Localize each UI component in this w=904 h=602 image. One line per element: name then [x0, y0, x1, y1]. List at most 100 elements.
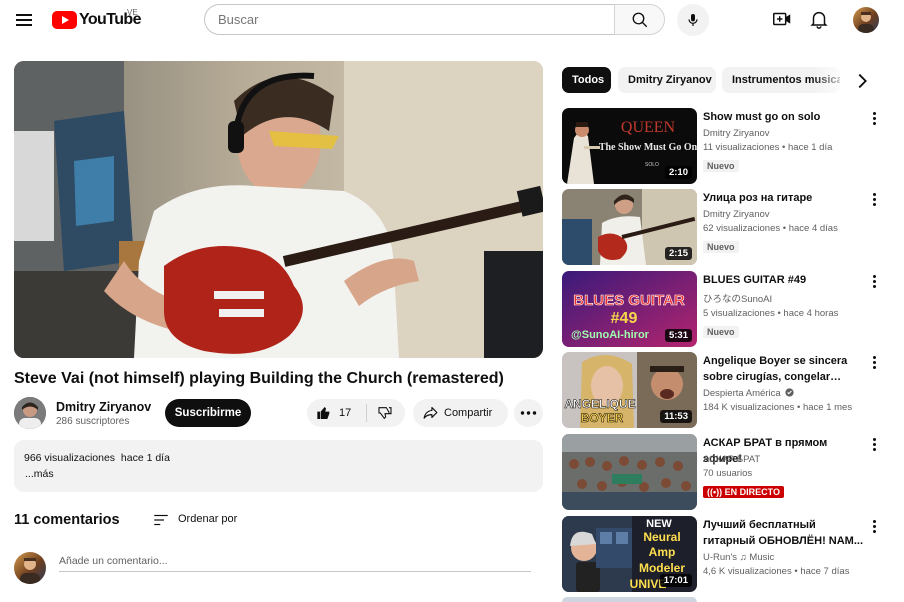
search-input[interactable]: [204, 4, 615, 35]
video-info: Dmitry Ziryanov 11 visualizaciones • hac…: [703, 128, 832, 174]
video-thumbnail[interactable]: 2:15: [562, 189, 697, 265]
thumbs-up-icon: [317, 407, 330, 419]
youtube-logo[interactable]: YouTube VE: [52, 8, 141, 31]
video-thumbnail[interactable]: ANGELIQUE BOYER 11:53: [562, 352, 697, 428]
chip-fade: [812, 67, 850, 93]
channel-name[interactable]: Dmitry Ziryanov: [703, 128, 832, 139]
share-button[interactable]: Compartir: [413, 399, 508, 427]
video-title[interactable]: Angelique Boyer se sincera sobre cirugía…: [703, 353, 863, 385]
share-icon: [423, 406, 438, 419]
live-badge: ((•)) EN DIRECTO: [703, 486, 784, 498]
recommended-video[interactable]: QUEEN The Show Must Go On SOLO 2:10 Show…: [562, 108, 892, 184]
blues-handle-text: @SunoAI-hiror: [571, 329, 650, 341]
video-duration: 2:15: [664, 247, 692, 260]
video-thumbnail[interactable]: BLUES GUITAR #49 @SunoAI-hiror 5:31: [562, 271, 697, 347]
channel-avatar[interactable]: [14, 397, 46, 429]
country-code: VE: [127, 8, 138, 17]
sort-label: Ordenar por: [178, 513, 238, 525]
subscribe-button[interactable]: Suscribirme: [165, 399, 251, 427]
channel-name[interactable]: ひろなのSunoAI: [703, 291, 838, 305]
verified-check-icon: [785, 388, 794, 397]
comment-input[interactable]: [59, 550, 531, 572]
comments-count: 11 comentarios: [14, 512, 120, 528]
video-frame: [14, 61, 543, 358]
video-title[interactable]: BLUES GUITAR #49: [703, 272, 863, 288]
video-title[interactable]: Show must go on solo: [703, 109, 863, 125]
recommended-video[interactable]: ANGELIQUE BOYER 11:53 Angelique Boyer se…: [562, 352, 892, 428]
create-video-icon[interactable]: [771, 8, 793, 30]
more-vertical-icon[interactable]: [868, 110, 880, 126]
video-info: U-Run's ♫ Music 4,6 K visualizaciones • …: [703, 552, 849, 577]
subscriber-count: 286 suscriptores: [56, 416, 130, 427]
more-vertical-icon[interactable]: [868, 273, 880, 289]
channel-name[interactable]: Dmitry Ziryanov: [56, 400, 151, 414]
video-title[interactable]: Улица роз на гитаре: [703, 190, 863, 206]
channel-name[interactable]: Despierta América: [703, 388, 781, 399]
video-meta: 11 visualizaciones • hace 1 día: [703, 142, 833, 153]
nam-line3-text: Amp: [649, 545, 676, 559]
more-vertical-icon[interactable]: [868, 436, 880, 452]
show-more-link[interactable]: ...más: [25, 468, 54, 480]
queen-small-text: SOLO: [645, 162, 659, 168]
video-meta: 4,6 K visualizaciones • hace 7 días: [703, 566, 850, 577]
like-button[interactable]: 17: [307, 399, 366, 427]
video-thumbnail[interactable]: NEW Neural Amp Modeler UNIVE 17:01: [562, 516, 697, 592]
video-duration: 5:31: [664, 329, 692, 342]
new-badge: Nuevo: [703, 326, 739, 338]
video-info: АСКАР БРАТ 70 usuarios ((•)) EN DIRECTO: [703, 454, 784, 500]
avatar-photo: [858, 12, 874, 33]
voice-search-button[interactable]: [677, 4, 709, 36]
channel-name[interactable]: Dmitry Ziryanov: [703, 209, 838, 220]
recommended-video[interactable]: 2:15 Улица роз на гитаре Dmitry Ziryanov…: [562, 189, 892, 265]
nam-line2-text: Neural: [643, 530, 680, 544]
new-badge: Nuevo: [703, 160, 739, 172]
video-duration: 11:53: [660, 410, 692, 423]
description-box[interactable]: 966 visualizaciones hace 1 día ...más: [14, 440, 543, 492]
more-vertical-icon[interactable]: [868, 354, 880, 370]
recommended-video[interactable]: BLUES GUITAR #49 @SunoAI-hiror 5:31 BLUE…: [562, 271, 892, 347]
video-thumbnail[interactable]: [562, 434, 697, 510]
channel-avatar-photo: [14, 397, 46, 429]
chip-dmitry-ziryanov[interactable]: Dmitry Ziryanov: [618, 67, 716, 93]
search-button[interactable]: [614, 4, 665, 35]
channel-name[interactable]: U-Run's ♫ Music: [703, 552, 849, 563]
video-thumbnail[interactable]: QUEEN The Show Must Go On SOLO 2:10: [562, 108, 697, 184]
dislike-button[interactable]: [367, 399, 405, 427]
recommended-video[interactable]: АСКАР БРАТ в прямом эфире! АСКАР БРАТ 70…: [562, 434, 892, 510]
new-badge: Nuevo: [703, 241, 739, 253]
queen-logo-text: QUEEN: [621, 119, 676, 136]
blues-number-text: #49: [611, 310, 638, 327]
user-avatar-photo: [20, 558, 40, 584]
nam-line1-text: NEW: [646, 518, 672, 530]
current-user-avatar: [14, 552, 46, 584]
thumbs-down-icon: [378, 407, 392, 420]
live-icon: ((•)): [707, 487, 723, 497]
chevron-right-icon[interactable]: [851, 70, 873, 92]
video-meta: 184 K visualizaciones • hace 1 mes: [703, 402, 853, 413]
notifications-bell-icon[interactable]: [808, 8, 830, 30]
recommended-video[interactable]: NEW Neural Amp Modeler UNIVE 17:01 Лучши…: [562, 516, 892, 592]
video-duration: 2:10: [664, 166, 692, 179]
video-duration: 17:01: [659, 574, 692, 587]
channel-row: Despierta América: [703, 388, 852, 399]
account-avatar[interactable]: [853, 7, 879, 33]
recommended-video-peek[interactable]: [562, 597, 697, 602]
like-dislike-group: 17: [307, 399, 405, 427]
search-icon: [632, 12, 648, 28]
more-actions-button[interactable]: [514, 399, 543, 427]
video-title[interactable]: Лучший бесплатный гитарный ОБНОВЛЁН! NAM…: [703, 517, 863, 549]
queen-song-text: The Show Must Go On: [599, 142, 697, 153]
video-meta: 62 visualizaciones • hace 4 días: [703, 223, 838, 234]
video-meta: 5 visualizaciones • hace 4 horas: [703, 308, 839, 319]
channel-name[interactable]: АСКАР БРАТ: [703, 454, 784, 465]
more-horizontal-icon: [520, 411, 537, 415]
more-vertical-icon[interactable]: [868, 191, 880, 207]
thumbnail-image: [562, 434, 697, 510]
like-count: 17: [339, 407, 352, 419]
video-info: Despierta América 184 K visualizaciones …: [703, 388, 852, 413]
menu-icon[interactable]: [14, 10, 34, 30]
more-vertical-icon[interactable]: [868, 518, 880, 534]
video-player[interactable]: [14, 61, 543, 358]
microphone-icon: [688, 14, 698, 26]
chip-todos[interactable]: Todos: [562, 67, 611, 93]
